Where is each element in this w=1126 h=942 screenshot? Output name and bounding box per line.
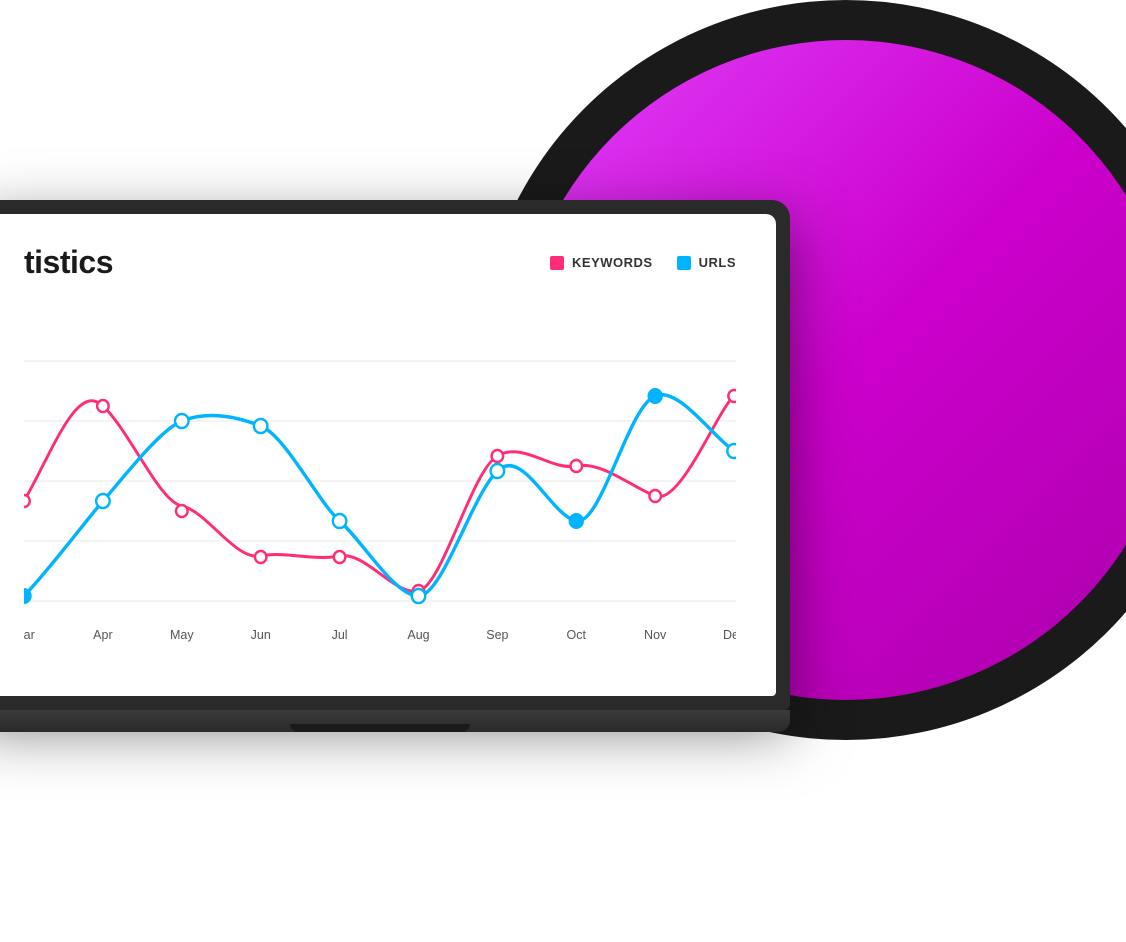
kw-point-oct bbox=[571, 460, 583, 472]
month-aug: Aug bbox=[407, 627, 429, 642]
month-dec: Dec bbox=[723, 627, 736, 642]
legend-urls-label: URLS bbox=[699, 255, 736, 270]
kw-point-jul bbox=[334, 551, 346, 563]
kw-point-mar bbox=[24, 495, 30, 507]
month-sep: Sep bbox=[486, 627, 508, 642]
month-mar: Mar bbox=[24, 627, 35, 642]
kw-point-may bbox=[176, 505, 188, 517]
keywords-line bbox=[24, 396, 734, 591]
url-point-apr bbox=[96, 494, 109, 508]
kw-point-nov bbox=[649, 490, 661, 502]
month-apr: Apr bbox=[93, 627, 113, 642]
legend-urls: URLS bbox=[677, 255, 736, 270]
month-oct: Oct bbox=[567, 627, 587, 642]
chart-area: Mar Apr May Jun Jul Aug Sep Oct Nov Dec bbox=[24, 301, 736, 651]
laptop-body: tistics KEYWORDS URLS bbox=[0, 200, 790, 710]
url-point-dec bbox=[727, 444, 736, 458]
laptop-wrapper: tistics KEYWORDS URLS bbox=[0, 200, 810, 760]
url-point-oct bbox=[570, 514, 583, 528]
url-point-aug bbox=[412, 589, 425, 603]
urls-line bbox=[24, 395, 734, 596]
legend-keywords-label: KEYWORDS bbox=[572, 255, 653, 270]
month-jul: Jul bbox=[332, 627, 348, 642]
month-nov: Nov bbox=[644, 627, 667, 642]
kw-point-apr bbox=[97, 400, 109, 412]
legend-dot-keywords bbox=[550, 256, 564, 270]
screen-bezel: tistics KEYWORDS URLS bbox=[0, 214, 776, 696]
chart-title: tistics bbox=[24, 244, 113, 281]
laptop-base bbox=[0, 710, 790, 732]
url-point-nov bbox=[648, 389, 661, 403]
url-point-mar bbox=[24, 589, 31, 603]
url-point-sep bbox=[491, 464, 504, 478]
url-point-may bbox=[175, 414, 188, 428]
url-point-jul bbox=[333, 514, 346, 528]
chart-legend: KEYWORDS URLS bbox=[550, 255, 736, 270]
legend-dot-urls bbox=[677, 256, 691, 270]
screen-content: tistics KEYWORDS URLS bbox=[0, 214, 776, 696]
chart-header: tistics KEYWORDS URLS bbox=[24, 244, 736, 281]
kw-point-jun bbox=[255, 551, 267, 563]
legend-keywords: KEYWORDS bbox=[550, 255, 653, 270]
kw-point-dec bbox=[728, 390, 736, 402]
month-may: May bbox=[170, 627, 194, 642]
url-point-jun bbox=[254, 419, 267, 433]
month-jun: Jun bbox=[251, 627, 271, 642]
kw-point-sep bbox=[492, 450, 504, 462]
chart-svg: Mar Apr May Jun Jul Aug Sep Oct Nov Dec bbox=[24, 301, 736, 651]
